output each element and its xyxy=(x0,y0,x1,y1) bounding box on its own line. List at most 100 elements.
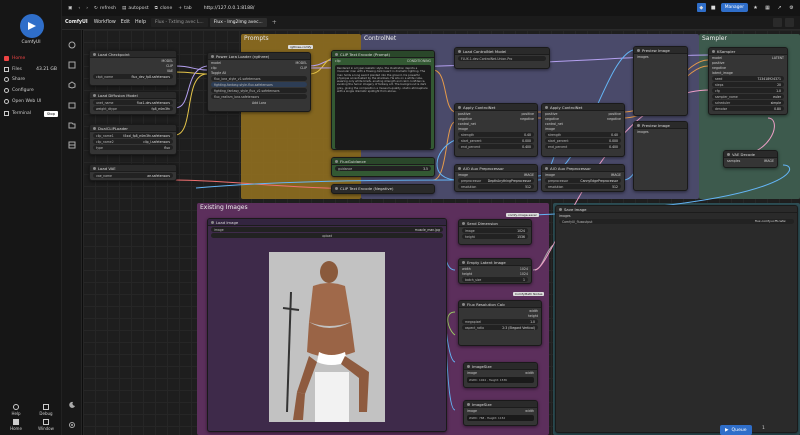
collapse-dot-icon[interactable] xyxy=(467,364,470,368)
weight-dtype-widget[interactable]: weight_dtype fp8_e4m3fn xyxy=(93,106,173,111)
megapixel-widget[interactable]: megapixel 1.0 xyxy=(462,319,538,324)
image-widget[interactable]: image muscle_man.jpg xyxy=(211,227,443,232)
prompt-textarea[interactable]: Rendered in a hyper-realistic style, the… xyxy=(335,65,431,149)
resolution-widget[interactable]: resolution 512 xyxy=(545,184,621,189)
node-load-diffusion-model[interactable]: Load Diffusion Model unet_name flux1-dev.… xyxy=(89,91,177,115)
settings-gear-icon[interactable] xyxy=(67,420,76,429)
templates-icon[interactable] xyxy=(67,140,76,149)
collapse-dot-icon[interactable] xyxy=(637,48,640,52)
collapse-dot-icon[interactable] xyxy=(458,105,461,109)
node-load-controlnet-model[interactable]: Load ControlNet Model FLUX.1-dev-Control… xyxy=(454,47,550,69)
workflows-icon[interactable] xyxy=(67,120,76,129)
node-dualcliploader[interactable]: DualCLIPLoader clip_name1 t5xxl_fp8_e4m3f… xyxy=(89,124,177,155)
lora-row-4[interactable]: flux_realism_lora.safetensors xyxy=(211,94,307,99)
collapse-dot-icon[interactable] xyxy=(458,49,461,53)
sidebar-item-files[interactable]: Files 43.21 GB xyxy=(4,65,60,74)
collapse-dot-icon[interactable] xyxy=(211,54,214,58)
forward-icon[interactable]: › xyxy=(86,6,88,11)
menu-help[interactable]: Help xyxy=(135,20,146,25)
collapse-dot-icon[interactable] xyxy=(93,93,96,97)
autopost-button[interactable]: ▤ autopost xyxy=(122,6,149,11)
steps-widget[interactable]: steps 20 xyxy=(712,82,784,87)
ckpt-name-widget[interactable]: ckpt_name flux_dev_fp8.safetensors xyxy=(93,74,173,79)
panel-toggle-icon[interactable] xyxy=(773,18,782,27)
node-apply-controlnet-1[interactable]: Apply ControlNet positive positive negati… xyxy=(454,103,538,157)
queue-count[interactable]: 1 xyxy=(762,426,765,431)
lora-row-3[interactable]: fighting_fantasy_style_flux_v2.safetenso… xyxy=(211,88,307,93)
strength-widget[interactable]: strength 0.40 xyxy=(458,132,534,137)
image-input[interactable]: image 1024 xyxy=(462,228,528,233)
collapse-dot-icon[interactable] xyxy=(335,187,338,190)
preprocessor-widget[interactable]: preprocessor CannyEdgePreprocessor xyxy=(545,178,621,183)
output-vae[interactable]: VAE xyxy=(167,69,173,73)
lora-row-1[interactable]: flux_lora_style_v1.safetensors xyxy=(211,76,307,81)
sampler-widget[interactable]: sampler_name euler xyxy=(712,94,784,99)
scheduler-widget[interactable]: scheduler simple xyxy=(712,100,784,105)
node-send-dimension[interactable]: Send Dimension image 1024 height 1536 xyxy=(458,219,532,245)
collapse-dot-icon[interactable] xyxy=(559,207,562,211)
end-percent-widget[interactable]: end_percent 0.400 xyxy=(458,144,534,149)
toggle-all-row[interactable]: Toggle All xyxy=(208,70,310,75)
clone-button[interactable]: ⧉ clone xyxy=(155,5,173,12)
aspect-ratio-widget[interactable]: aspect_ratio 2:3 (Elegant Vertical) xyxy=(462,325,538,330)
node-empty-latent-image[interactable]: Empty Latent Image width 1024 height 1024 … xyxy=(458,258,532,284)
lora-row-2[interactable]: fighting-fantasy-style-flux.safetensors xyxy=(211,82,307,87)
debug-button[interactable]: Debug xyxy=(36,404,56,416)
collapse-dot-icon[interactable] xyxy=(93,126,96,130)
sidebar-toggle-icon[interactable]: ▣ xyxy=(68,6,72,11)
collapse-dot-icon[interactable] xyxy=(335,52,338,56)
upload-button[interactable]: upload xyxy=(211,233,443,238)
node-flux-guidance[interactable]: FluxGuidance guidance 3.5 xyxy=(331,157,435,177)
unet-name-widget[interactable]: unet_name flux1-dev.safetensors xyxy=(93,100,173,105)
batch-size-widget[interactable]: batch_size 1 xyxy=(462,277,528,282)
zoom-in-icon[interactable] xyxy=(785,372,794,381)
stop-button[interactable]: Stop xyxy=(43,110,58,117)
collapse-dot-icon[interactable] xyxy=(335,159,338,163)
node-flux-resolution-calc[interactable]: Flux Resolution Calc width height megapi… xyxy=(458,300,542,346)
node-power-lora-loader[interactable]: Power Lora Loader (rgthree) model MODEL c… xyxy=(207,52,311,112)
denoise-widget[interactable]: denoise 0.80 xyxy=(712,106,784,111)
pointer-icon[interactable] xyxy=(785,398,794,407)
resolution-widget[interactable]: resolution 512 xyxy=(458,184,534,189)
menu-workflow[interactable]: Workflow xyxy=(94,20,116,25)
node-load-checkpoint[interactable]: Load Checkpoint MODEL CLIP VAE ckpt_name… xyxy=(89,50,177,86)
add-tab-icon[interactable]: + xyxy=(272,19,277,26)
node-preview-image-2[interactable]: Preview Image images xyxy=(633,121,688,191)
collapse-dot-icon[interactable] xyxy=(462,302,465,306)
collapse-dot-icon[interactable] xyxy=(93,52,96,56)
node-preview-image-1[interactable]: Preview Image images xyxy=(633,46,688,116)
node-aio-aux-preprocessor-1[interactable]: AIO Aux Preprocessor image IMAGE preproce… xyxy=(454,164,538,192)
node-save-image[interactable]: Save Image images ComfyUI_fluxoutput xyxy=(555,205,798,433)
new-tab-button[interactable]: + tab xyxy=(178,6,191,11)
node-aio-aux-preprocessor-2[interactable]: AIO Aux Preprocessor image IMAGE preproce… xyxy=(541,164,625,192)
start-percent-widget[interactable]: start_percent 0.000 xyxy=(458,138,534,143)
menu-edit[interactable]: Edit xyxy=(121,20,130,25)
sidebar-item-home[interactable]: Home xyxy=(4,54,60,63)
collapse-dot-icon[interactable] xyxy=(727,152,730,156)
manager-button[interactable]: Manager xyxy=(720,3,748,12)
end-percent-widget[interactable]: end_percent 0.400 xyxy=(545,144,621,149)
guidance-widget[interactable]: guidance 3.5 xyxy=(335,166,431,171)
node-graph-icon[interactable]: ◆ xyxy=(696,3,706,12)
preprocessor-widget[interactable]: preprocessor DepthAnythingPreprocessor xyxy=(458,178,534,183)
bookmark-icon[interactable]: ■ xyxy=(709,3,718,12)
collapse-dot-icon[interactable] xyxy=(458,166,461,170)
output-clip[interactable]: CLIP xyxy=(166,64,173,68)
clip-name1-widget[interactable]: clip_name1 t5xxl_fp8_e4m3fn.safetensors xyxy=(93,133,173,138)
collapse-dot-icon[interactable] xyxy=(462,260,465,264)
node-canvas[interactable]: Prompts ControlNet Sampler Existing Imag… xyxy=(83,30,800,435)
back-icon[interactable]: ‹ xyxy=(78,6,80,11)
share-icon[interactable]: ↗ xyxy=(775,3,784,12)
latent-width[interactable]: 1024 xyxy=(520,267,528,271)
node-clip-text-encode[interactable]: CLIP Text Encode (Prompt) clip CONDITIONI… xyxy=(331,50,435,150)
control-net-name-widget[interactable]: FLUX.1-dev-ControlNet-Union-Pro xyxy=(458,56,546,61)
node-clip-text-encode-negative[interactable]: CLIP Text Encode (Negative) xyxy=(331,184,435,194)
workflow-tab-2[interactable]: Flux - Img2Img avec... xyxy=(209,18,267,27)
help-button[interactable]: Help xyxy=(6,404,26,416)
refresh-button[interactable]: ↻ refresh xyxy=(94,6,116,11)
sidebar-item-share[interactable]: Share xyxy=(4,75,60,84)
node-image-size-1[interactable]: ImageSize image width Width: 1024 , Heigh… xyxy=(463,362,538,388)
collapse-dot-icon[interactable] xyxy=(545,166,548,170)
cfg-widget[interactable]: cfg 1.0 xyxy=(712,88,784,93)
fullscreen-icon[interactable] xyxy=(785,18,794,27)
